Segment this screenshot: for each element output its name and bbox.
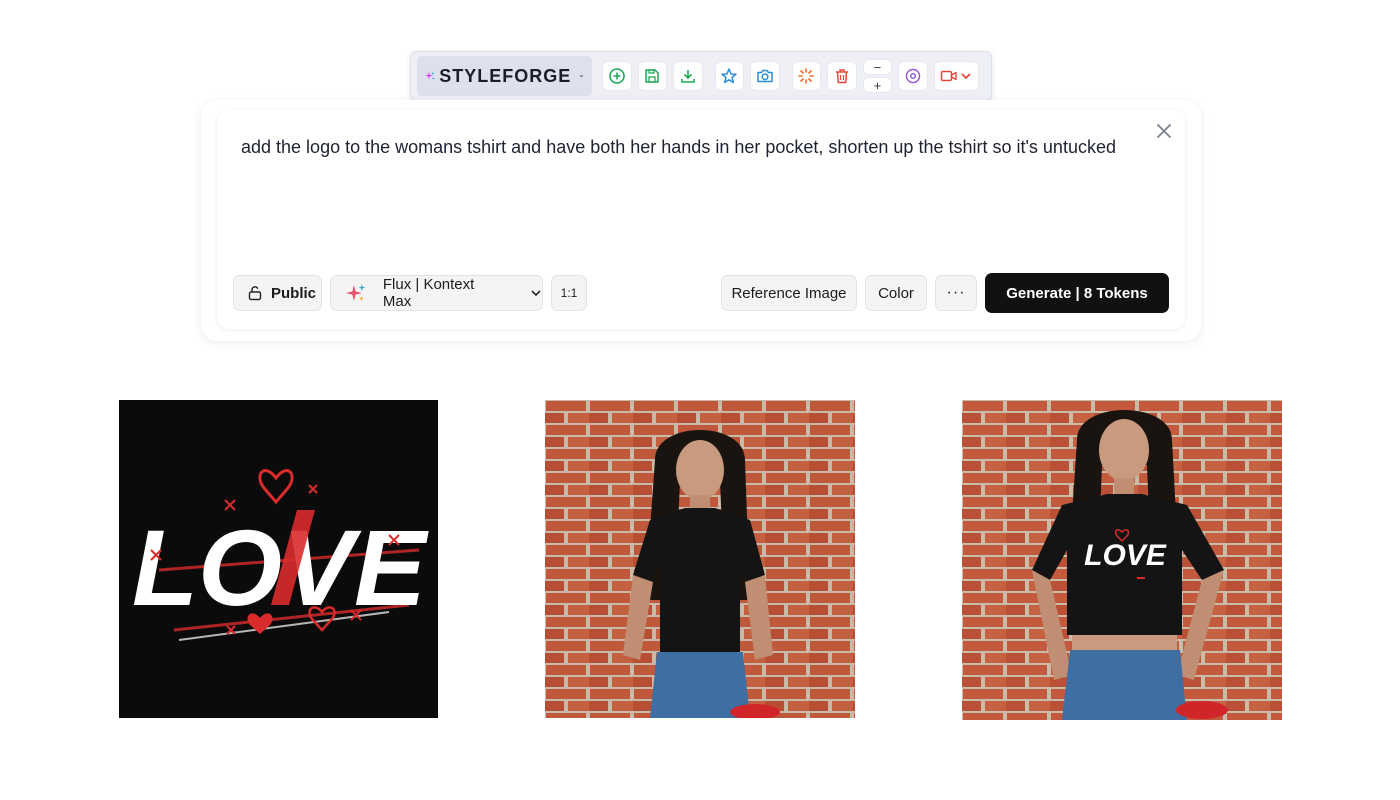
logo-text: LOVE <box>132 507 429 628</box>
chevron-down-icon <box>961 73 971 80</box>
generated-photo[interactable]: LOVE <box>962 400 1282 720</box>
model-label: Flux | Kontext Max <box>382 276 475 310</box>
zoom-out-icon: − <box>873 59 882 75</box>
add-button[interactable] <box>602 61 632 91</box>
video-menu-button[interactable] <box>933 61 979 91</box>
brick-wall-portrait-edited: LOVE <box>962 400 1282 720</box>
zoom-in-button[interactable]: + <box>862 77 893 93</box>
model-select[interactable]: Flux | Kontext Max <box>330 275 543 311</box>
color-label: Color <box>878 284 914 302</box>
top-toolbar: STYLEFORGE − + <box>410 51 992 101</box>
aspect-ratio-label: 1:1 <box>560 286 578 300</box>
brand-menu-button[interactable]: STYLEFORGE <box>417 56 592 96</box>
camera-button[interactable] <box>750 61 780 91</box>
target-icon <box>905 68 921 84</box>
close-icon[interactable] <box>1154 121 1174 141</box>
sparkle-logo-icon <box>425 71 435 80</box>
chevron-down-icon <box>531 290 541 297</box>
more-icon: ··· <box>946 284 966 301</box>
save-button[interactable] <box>637 61 668 91</box>
visibility-button[interactable]: Public <box>233 275 322 311</box>
color-button[interactable]: Color <box>865 275 927 311</box>
source-photo[interactable] <box>545 400 855 718</box>
video-icon <box>941 70 958 82</box>
love-logo-artwork: LOVE <box>119 400 438 718</box>
unlock-icon <box>248 286 262 301</box>
zoom-controls: − + <box>862 59 893 93</box>
favorite-button[interactable] <box>714 61 745 91</box>
download-icon <box>681 70 695 83</box>
visibility-label: Public <box>271 284 317 302</box>
reference-image-button[interactable]: Reference Image <box>721 275 857 311</box>
shirt-logo-text: LOVE <box>1084 539 1167 572</box>
generate-button[interactable]: Generate | 8 Tokens <box>985 273 1169 313</box>
zoom-in-icon: + <box>873 77 882 93</box>
more-options-button[interactable]: ··· <box>935 275 977 311</box>
zoom-out-button[interactable]: − <box>862 59 893 75</box>
target-button[interactable] <box>898 61 928 91</box>
aspect-ratio-button[interactable]: 1:1 <box>551 275 587 311</box>
sparkle-burst-icon <box>798 68 815 84</box>
logo-reference-image[interactable]: LOVE <box>119 400 438 718</box>
chevron-down-icon <box>579 74 584 78</box>
brick-wall-portrait <box>545 400 855 718</box>
model-sparkle-icon <box>345 284 366 302</box>
reference-image-label: Reference Image <box>731 284 847 302</box>
camera-icon <box>757 69 773 83</box>
delete-button[interactable] <box>827 61 857 91</box>
generate-label: Generate | 8 Tokens <box>1006 284 1148 302</box>
effects-button[interactable] <box>791 61 822 91</box>
brand-name: STYLEFORGE <box>439 65 572 86</box>
trash-icon <box>835 69 848 84</box>
add-circle-icon <box>608 68 625 84</box>
star-icon <box>721 68 738 84</box>
download-button[interactable] <box>673 61 703 91</box>
save-icon <box>645 69 660 83</box>
prompt-textarea[interactable]: add the logo to the womans tshirt and ha… <box>241 136 1141 158</box>
